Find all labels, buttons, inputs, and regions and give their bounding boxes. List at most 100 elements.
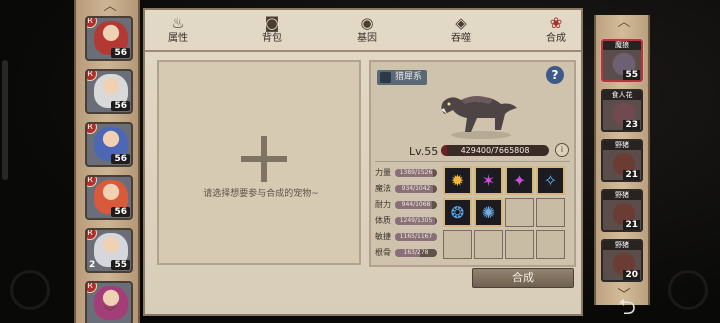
xp-bar: 429400/7665808 — [441, 145, 549, 156]
empty-skill-slot[interactable] — [443, 230, 472, 259]
stat-bar: 1165/1167 — [395, 233, 437, 241]
scroll-up-icon[interactable]: ︿ — [102, 0, 118, 13]
hero-card[interactable]: R 55 2 — [85, 228, 133, 273]
pet-card[interactable]: 食人花 23 — [601, 89, 643, 132]
rarity-badge: R — [87, 177, 97, 187]
pet-name: 野猪 — [603, 191, 641, 200]
tab-label: 基因 — [357, 33, 377, 44]
hero-level: 56 — [111, 207, 130, 217]
xp-text: 429400/7665808 — [460, 146, 530, 155]
tab-attributes[interactable]: ♨ 属性 — [148, 14, 208, 48]
skill-slot[interactable]: ✦ — [505, 166, 534, 195]
stat-value: 934/1042 — [401, 185, 431, 192]
stat-bar: 934/1042 — [395, 185, 437, 193]
pet-level: 21 — [623, 170, 640, 180]
scroll-down-icon[interactable]: ﹀ — [102, 307, 118, 320]
hero-card[interactable]: R 56 — [85, 175, 133, 220]
skill-slot[interactable]: ✶ — [474, 166, 503, 195]
stat-row: 力量 1389/1526 — [375, 166, 445, 179]
stat-label: 力量 — [375, 168, 391, 177]
pet-type-tag: 猎犀系 — [377, 70, 428, 85]
stat-bar: 163/278 — [395, 249, 437, 257]
stat-value: 1165/1167 — [399, 233, 433, 240]
empty-skill-slot[interactable] — [505, 198, 534, 227]
hero-card[interactable]: R 56 — [85, 122, 133, 167]
plus-icon[interactable] — [241, 136, 287, 182]
backpack-icon: ◙ — [264, 14, 280, 32]
empty-skill-slot[interactable] — [505, 230, 534, 259]
rarity-badge: R — [87, 124, 97, 134]
tab-backpack[interactable]: ◙ 背包 — [242, 14, 302, 48]
tab-label: 吞噬 — [451, 33, 471, 44]
stat-row: 魔法 934/1042 — [375, 182, 445, 195]
pet-card[interactable]: 野猪 21 — [601, 189, 643, 232]
hero-count: 2 — [89, 260, 96, 270]
pet-level: Lv.55 — [409, 145, 439, 158]
skill-slot[interactable]: ✧ — [536, 166, 565, 195]
back-arrow-icon[interactable]: ⮌ — [612, 295, 642, 321]
pet-name: 魔狼 — [603, 41, 641, 50]
main-panel: ♨ 属性 ◙ 背包 ◉ 基因 ◈ 吞噬 ❀ 合成 请选择想要参与合成的宠物~ 猎… — [143, 8, 583, 316]
skill-slot[interactable]: ❂ — [443, 198, 472, 227]
stat-label: 魔法 — [375, 184, 391, 193]
stat-value: 944/1068 — [401, 201, 431, 208]
hero-card[interactable]: R 56 — [85, 69, 133, 114]
empty-skill-slot[interactable] — [536, 230, 565, 259]
stat-bar: 1249/1305 — [395, 217, 437, 225]
background-gear-icon — [668, 270, 708, 310]
tab-merge[interactable]: ❀ 合成 — [526, 14, 586, 48]
stat-label: 体质 — [375, 216, 391, 225]
stat-bar: 944/1068 — [395, 201, 437, 209]
skill-slot[interactable]: ✺ — [474, 198, 503, 227]
pet-list[interactable]: ︿ 魔狼 55 食人花 23 野猪 21 野猪 21 野猪 20 ﹀ — [594, 15, 650, 305]
stat-bar: 1389/1526 — [395, 169, 437, 177]
rarity-badge: R — [87, 71, 97, 81]
merge-slot[interactable]: 请选择想要参与合成的宠物~ — [157, 60, 361, 265]
stat-label: 根骨 — [375, 248, 391, 257]
hero-list[interactable]: ︿ R 56 R 56 R 56 R 56 R 55 2 R ﹀ — [74, 0, 140, 323]
rarity-badge: R — [87, 18, 97, 28]
merge-icon: ❀ — [549, 14, 563, 32]
info-button[interactable]: i — [555, 143, 569, 157]
ice-skill-icon: ✧ — [543, 171, 558, 190]
empty-skill-slot[interactable] — [536, 198, 565, 227]
type-icon — [380, 72, 391, 83]
tab-label: 属性 — [168, 33, 188, 44]
stat-row: 根骨 163/278 — [375, 246, 445, 259]
tab-devour[interactable]: ◈ 吞噬 — [431, 14, 491, 48]
pet-card[interactable]: 野猪 20 — [601, 239, 643, 282]
tab-bar: ♨ 属性 ◙ 背包 ◉ 基因 ◈ 吞噬 ❀ 合成 — [145, 10, 581, 52]
hero-level: 55 — [111, 260, 130, 270]
ring-skill-icon: ✺ — [481, 203, 496, 222]
empty-skill-slot[interactable] — [474, 230, 503, 259]
pet-name: 食人花 — [603, 91, 641, 100]
hero-level: 56 — [111, 154, 130, 164]
stat-label: 耐力 — [375, 200, 391, 209]
tab-label: 背包 — [262, 33, 282, 44]
skill-grid: ✹ ✶ ✦ ✧ ❂ ✺ — [443, 166, 575, 262]
tab-gene[interactable]: ◉ 基因 — [337, 14, 397, 48]
scroll-up-icon[interactable]: ︿ — [616, 16, 632, 29]
hero-card[interactable]: R 56 — [85, 16, 133, 61]
stat-label: 敏捷 — [375, 232, 391, 241]
rarity-badge: R — [87, 230, 97, 240]
screen-edge — [2, 60, 8, 180]
pet-card[interactable]: 魔狼 55 — [601, 39, 643, 82]
wolf-pet-image — [441, 96, 517, 139]
help-button[interactable]: ? — [546, 66, 564, 84]
pet-level: 55 — [623, 70, 640, 80]
combine-button[interactable]: 合成 — [472, 268, 574, 288]
burst-skill-icon: ✦ — [512, 171, 527, 190]
stat-value: 1249/1305 — [399, 217, 433, 224]
pet-type-label: 猎犀系 — [395, 72, 423, 82]
pet-name: 野猪 — [603, 241, 641, 250]
pet-level: 21 — [623, 220, 640, 230]
pet-level: 20 — [623, 270, 640, 280]
skill-slot[interactable]: ✹ — [443, 166, 472, 195]
rarity-badge: R — [87, 283, 97, 293]
hero-level: 56 — [111, 101, 130, 111]
pet-card[interactable]: 野猪 21 — [601, 139, 643, 182]
stat-value: 163/278 — [403, 249, 429, 256]
devour-icon: ◈ — [455, 14, 467, 32]
stat-row: 体质 1249/1305 — [375, 214, 445, 227]
